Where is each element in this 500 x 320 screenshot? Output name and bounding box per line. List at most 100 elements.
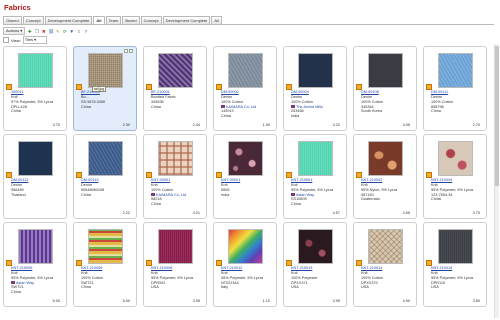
material-origin: China [81,192,91,197]
material-origin: USA [361,285,369,290]
fabric-swatch-image[interactable] [298,141,333,176]
material-code-link[interactable]: KNT-210002 [361,178,382,182]
material-code-link[interactable]: BF-210001 [151,90,170,94]
fabric-swatch-image[interactable] [18,229,53,264]
material-origin: China [431,197,441,202]
material-origin: USA [431,285,439,290]
fabric-tile[interactable]: KNT-210008 Knit 95% Polyester, 5% Lycra DPR… [143,222,207,307]
fabric-tile[interactable]: KNT-210013 Knit 100% Polyester DPXX371 USA 3.… [283,222,347,307]
filter-icon[interactable]: ▼ [69,29,74,34]
material-info: Denim 100% Cotton 345344 South Korea [361,95,415,114]
view-select[interactable]: Tiles ▾ [22,36,47,44]
vertical-scrollbar[interactable] [494,44,499,318]
fabric-swatch-image[interactable] [368,229,403,264]
fabric-tile[interactable]: KNT-210018 Knit 95% Polyester, 5% Lycra DPR… [423,222,487,307]
material-price: 2.70 [472,123,480,127]
fabric-tile[interactable]: DM-00113 Denim 65548984168 China 2.22 [73,134,137,219]
fabric-tile[interactable]: KNT-210004 Knit 95% Polyester, 5% Lycra 123… [423,134,487,219]
material-code-link[interactable]: 100011 [11,90,23,94]
material-origin: China [81,104,91,109]
material-code-link[interactable]: KNT-210006 [81,266,102,270]
material-code-link[interactable]: KNT-210013 [291,266,312,270]
material-origin: China [11,290,21,295]
material-info: Knit 100% Cotton DPXX370 USA [361,271,415,290]
link-icon[interactable]: ⛓ [48,29,54,34]
material-code-link[interactable]: DM-00111 [431,90,448,94]
add-icon[interactable]: ✚ [27,29,32,34]
fabric-swatch-image[interactable] [158,53,193,88]
fabric-tile[interactable]: KNT-210014 Knit 100% Cotton DPXX370 USA 4.90 [353,222,417,307]
grid-icon[interactable] [3,37,9,43]
fabric-tile[interactable]: 100011 Knit 97% Polyester, 3% Lycra DPLL428… [3,46,67,131]
material-code-link[interactable]: KNT-00001 [151,178,170,182]
refresh-icon[interactable]: ⟳ [62,29,67,34]
fabric-tile[interactable]: KNT-210002 Knit 95% Nylon, 5% Lycra 987163 G… [353,134,417,219]
fabric-swatch-image[interactable] [228,141,263,176]
fabric-swatch-image[interactable] [88,141,123,176]
material-code-link[interactable]: DM-00108 [361,90,379,94]
material-code-link[interactable]: KNT-210004 [431,178,452,182]
fabric-swatch-image[interactable] [228,229,263,264]
material-info: Knit 100% Cotton KAIMARA Co, Ltd 98218 China [151,183,205,207]
material-code-link[interactable]: KNT-210005 [11,266,32,270]
fabric-swatch-image[interactable] [158,229,193,264]
fabric-swatch-image[interactable] [438,141,473,176]
open-icon[interactable] [129,49,133,53]
material-code-link[interactable]: DM-00113 [81,178,98,182]
delete-icon[interactable]: ✖ [41,29,46,34]
fabric-swatch-image[interactable] [438,53,473,88]
fabric-swatch-image[interactable] [88,229,123,264]
material-price: 3.95 [192,299,200,303]
fabric-swatch-image[interactable] [298,229,333,264]
material-code-link[interactable]: KNT-00001 [221,178,240,182]
fabric-tile[interactable]: DM-00002 Denim 100% Cotton KAIMARA Co, Ltd 1… [213,46,277,131]
fabric-tile[interactable]: DM-00111 Denim 100% Cotton 898798 China 2.70 [423,46,487,131]
edit-icon[interactable] [124,49,128,53]
fabric-swatch-image[interactable] [298,53,333,88]
scrollbar-thumb[interactable] [495,46,499,186]
fabric-swatch-image[interactable] [368,141,403,176]
actions-label: Actions [6,28,20,33]
edit-icon[interactable]: ✎ [55,29,60,34]
material-price: 3.75 [52,123,60,127]
fabric-swatch-image[interactable] [228,53,263,88]
fabric-tile[interactable]: DM-00112 Denim 986489 Thailand [3,134,67,219]
toolbar: Actions ▾ ✚ ❐ ✖ ⛓ ✎ ⟳ ▼ ⇪ ? [3,27,88,35]
fabric-tile[interactable]: KNT-210001 Knit 95% Polyester, 5% Lycra Asi… [283,134,347,219]
material-code-link[interactable]: DM-00002 [221,90,239,94]
fabric-tile[interactable]: KNT-210005 Knit 95% Polyester, 5% Lycra Asi… [3,222,67,307]
fabric-swatch-image[interactable] [438,229,473,264]
fabric-swatch-image[interactable] [18,53,53,88]
material-code-link[interactable]: DM-00004 [291,90,309,94]
fabric-tile[interactable]: DM-00108 Denim 100% Cotton 345344 South Kore… [353,46,417,131]
material-code-link[interactable]: KNT-210018 [431,266,452,270]
fabric-tile[interactable]: DM-00004 Denim 100% Cotton The Arvind Mills… [283,46,347,131]
material-price: 3.95 [332,299,340,303]
page-title: Fabrics [4,3,31,12]
material-info: Denim 986489 Thailand [11,183,65,197]
fabric-tile[interactable]: KNT-00001 Knit 100% Cotton KAIMARA Co, Ltd 9… [143,134,207,219]
material-price: 4.90 [402,299,410,303]
help-icon[interactable]: ? [83,29,88,34]
copy-icon[interactable]: ❐ [34,29,39,34]
fabric-tile[interactable]: KNT-00001 Knit 5555 India [213,134,277,219]
material-code-link[interactable]: KNT-210012 [221,266,242,270]
material-price: 4.21 [192,211,200,215]
actions-menu-button[interactable]: Actions ▾ [3,27,26,35]
fabric-swatch-image[interactable] [18,141,53,176]
fabric-tile[interactable]: KNT-210006 Knit 100% Cotton SWT21 China 5.00 [73,222,137,307]
material-price: 4.05 [402,123,410,127]
fabric-swatch-image[interactable] [368,53,403,88]
material-code-link[interactable]: DM-00112 [11,178,28,182]
export-icon[interactable]: ⇪ [76,29,81,34]
fabric-tile[interactable]: BF-210001 Bonded Fabric 345535 China 2.44 [143,46,207,131]
material-code-link[interactable]: KNT-210008 [151,266,172,270]
material-code-link[interactable]: KNT-210001 [291,178,312,182]
fabric-tile[interactable]: BF-210000 Bo... SS.9876.3456 China 2.30 tail.… [73,46,137,131]
material-origin: China [221,114,231,119]
fabric-swatch-image[interactable] [88,53,123,88]
material-code-link[interactable]: KNT-210014 [361,266,382,270]
fabric-tile[interactable]: KNT-210012 Knit 95% Polyester, 5% Lycra NT0… [213,222,277,307]
material-info: Knit 95% Polyester, 5% Lycra Asian Way SWT2… [11,271,65,295]
fabric-swatch-image[interactable] [158,141,193,176]
